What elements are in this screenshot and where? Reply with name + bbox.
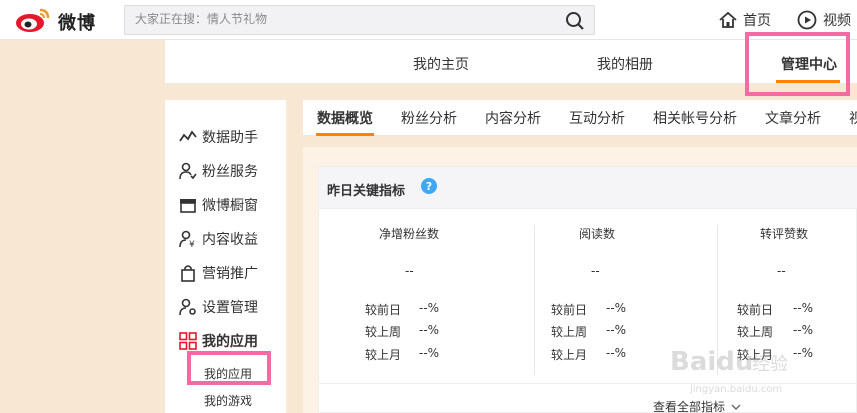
svg-text:Baidu: Baidu — [670, 347, 753, 377]
metric-value-reads: -- — [591, 264, 600, 278]
panel-header: 昨日关键指标 ? — [319, 167, 857, 209]
highlight-box-my-apps — [187, 351, 271, 385]
fans-icon — [179, 162, 197, 180]
cmp-label-week: 较上周 — [551, 325, 588, 339]
analysis-tabs: 数据概览 粉丝分析 内容分析 互动分析 相关帐号分析 文章分析 视 — [303, 100, 857, 136]
panel-title: 昨日关键指标 — [327, 184, 406, 199]
sidebar-item-label: 设置管理 — [202, 300, 258, 316]
metric-title-reposts-comments-likes: 转评赞数 — [760, 227, 809, 241]
sidebar-subitem-my-games[interactable]: 我的游戏 — [204, 392, 252, 409]
logo-text: 微博 — [58, 13, 96, 34]
sidebar-item-my-apps[interactable]: 我的应用 — [178, 330, 258, 352]
baidu-watermark-icon: Baidu 经验 jingyan.baidu.com — [670, 347, 788, 395]
metric-title-net-fans: 净增粉丝数 — [379, 227, 440, 241]
cmp-value-day: --% — [419, 301, 440, 315]
tab-related-accounts[interactable]: 相关帐号分析 — [653, 108, 737, 128]
tab-video-analysis[interactable]: 视 — [849, 108, 857, 128]
cmp-label-month: 较上月 — [551, 348, 588, 362]
sidebar-item-label: 内容收益 — [202, 232, 258, 248]
cmp-label-day: 较前日 — [551, 303, 588, 317]
search-button[interactable] — [564, 10, 586, 32]
subnav-my-album[interactable]: 我的相册 — [597, 54, 653, 74]
chart-line-icon — [179, 130, 197, 142]
settings-user-icon — [179, 298, 196, 316]
svg-text:jingyan.baidu.com: jingyan.baidu.com — [689, 384, 782, 395]
cmp-value-week: --% — [793, 323, 814, 337]
metric-title-reads: 阅读数 — [579, 227, 616, 241]
nav-home[interactable]: 首页 — [718, 8, 771, 32]
tab-interaction-analysis[interactable]: 互动分析 — [569, 108, 625, 128]
metric-value-reposts-comments-likes: -- — [777, 264, 786, 278]
sidebar-item-showcase[interactable]: 微博橱窗 — [178, 194, 258, 216]
search-box — [124, 5, 595, 35]
baidu-jingyan-watermark: Baidu 经验 jingyan.baidu.com — [660, 340, 810, 410]
sidebar-item-label: 我的应用 — [202, 334, 258, 350]
sidebar-item-label: 营销推广 — [202, 266, 258, 282]
cmp-value-week: --% — [606, 323, 627, 337]
nav-video-label: 视频 — [823, 13, 851, 29]
svg-text:经验: 经验 — [752, 354, 788, 375]
metric-value-net-fans: -- — [405, 264, 414, 278]
video-icon — [797, 10, 817, 30]
cmp-label-month: 较上月 — [365, 348, 402, 362]
tab-content-analysis[interactable]: 内容分析 — [485, 108, 541, 128]
sidebar-item-label: 微博橱窗 — [202, 198, 258, 214]
cmp-label-week: 较上周 — [365, 325, 402, 339]
subnav-my-home[interactable]: 我的主页 — [413, 54, 469, 74]
search-icon — [566, 12, 584, 30]
income-icon: ¥ — [179, 230, 195, 249]
home-icon — [719, 11, 737, 28]
tab-article-analysis[interactable]: 文章分析 — [765, 108, 821, 128]
tab-fans-analysis[interactable]: 粉丝分析 — [401, 108, 457, 128]
sidebar-item-label: 粉丝服务 — [202, 164, 258, 180]
sidebar-item-settings[interactable]: 设置管理 — [178, 296, 258, 318]
nav-video[interactable]: 视频 — [796, 8, 851, 32]
highlight-box-admin-center — [745, 32, 850, 96]
cmp-value-week: --% — [419, 323, 440, 337]
search-input[interactable] — [135, 12, 555, 26]
column-divider — [534, 225, 535, 375]
tab-active-underline — [316, 133, 374, 136]
tab-data-overview[interactable]: 数据概览 — [317, 108, 373, 128]
cmp-value-day: --% — [793, 301, 814, 315]
cmp-value-day: --% — [606, 301, 627, 315]
sidebar-item-fans-service[interactable]: 粉丝服务 — [178, 160, 258, 182]
bag-icon — [181, 265, 195, 282]
svg-text:¥: ¥ — [189, 240, 195, 249]
apps-grid-icon — [179, 332, 197, 350]
cmp-value-month: --% — [606, 346, 627, 360]
cmp-label-day: 较前日 — [365, 303, 402, 317]
sidebar-item-label: 数据助手 — [202, 130, 258, 146]
sidebar-item-data-assistant[interactable]: 数据助手 — [178, 126, 258, 148]
sidebar-item-marketing[interactable]: 营销推广 — [178, 262, 258, 284]
weibo-logo[interactable]: 微博 — [14, 6, 106, 34]
top-bar: 微博 首页 视频 — [0, 0, 857, 40]
cmp-label-day: 较前日 — [737, 303, 774, 317]
sidebar-item-content-income[interactable]: ¥ 内容收益 — [178, 228, 258, 250]
weibo-logo-icon — [16, 8, 50, 32]
cmp-label-week: 较上周 — [737, 325, 774, 339]
svg-text:?: ? — [426, 180, 432, 193]
shop-icon — [180, 199, 196, 213]
nav-home-label: 首页 — [743, 13, 771, 29]
help-icon[interactable]: ? — [421, 178, 437, 194]
cmp-value-month: --% — [419, 346, 440, 360]
